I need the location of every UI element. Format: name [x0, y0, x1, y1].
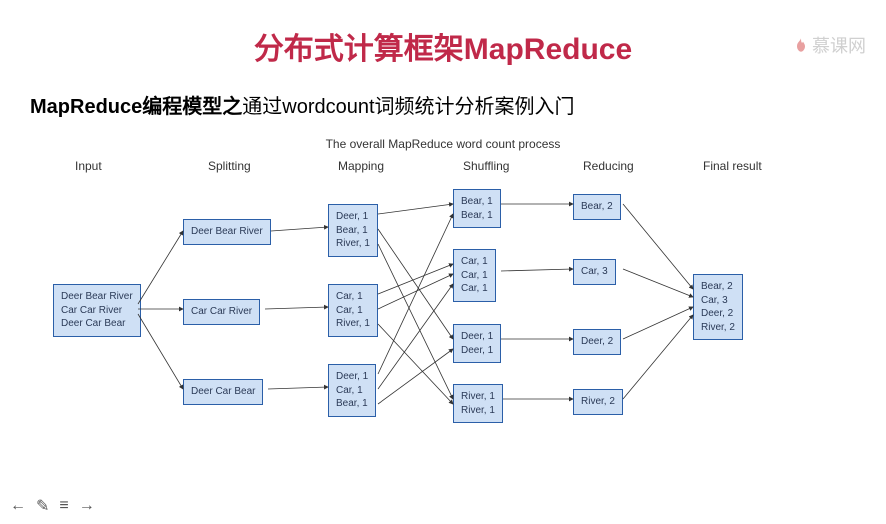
map-box-2: Deer, 1 Car, 1 Bear, 1: [328, 364, 376, 417]
edit-button[interactable]: ✎: [36, 496, 49, 516]
col-header-mapping: Mapping: [338, 159, 384, 173]
flame-icon: [793, 37, 809, 53]
split-box-1: Car Car River: [183, 299, 260, 325]
map-box-1: Car, 1 Car, 1 River, 1: [328, 284, 378, 337]
final-box: Bear, 2 Car, 3 Deer, 2 River, 2: [693, 274, 743, 340]
split-box-0: Deer Bear River: [183, 219, 271, 245]
mapreduce-diagram: Input Splitting Mapping Shuffling Reduci…: [53, 159, 833, 449]
presentation-toolbar: ← ✎ ≡ →: [10, 496, 95, 516]
col-header-input: Input: [75, 159, 102, 173]
subtitle-bold: MapReduce编程模型之: [30, 96, 242, 118]
subtitle-tail: 通过wordcount词频统计分析案例入门: [242, 96, 574, 118]
shuffle-box-0: Bear, 1 Bear, 1: [453, 189, 501, 228]
watermark-logo: 慕课网: [793, 32, 866, 58]
shuffle-box-3: River, 1 River, 1: [453, 384, 503, 423]
input-box: Deer Bear River Car Car River Deer Car B…: [53, 284, 141, 337]
shuffle-box-1: Car, 1 Car, 1 Car, 1: [453, 249, 496, 302]
page-subtitle: MapReduce编程模型之通过wordcount词频统计分析案例入门: [30, 90, 886, 119]
col-header-final: Final result: [703, 159, 762, 173]
col-header-reducing: Reducing: [583, 159, 634, 173]
reduce-box-2: Deer, 2: [573, 329, 621, 355]
split-box-2: Deer Car Bear: [183, 379, 263, 405]
shuffle-box-2: Deer, 1 Deer, 1: [453, 324, 501, 363]
map-box-0: Deer, 1 Bear, 1 River, 1: [328, 204, 378, 257]
col-header-shuffling: Shuffling: [463, 159, 509, 173]
reduce-box-3: River, 2: [573, 389, 623, 415]
watermark-text: 慕课网: [812, 32, 866, 58]
reduce-box-1: Car, 3: [573, 259, 616, 285]
reduce-box-0: Bear, 2: [573, 194, 621, 220]
col-header-splitting: Splitting: [208, 159, 251, 173]
diagram-title: The overall MapReduce word count process: [0, 137, 886, 151]
page-title: 分布式计算框架MapReduce: [0, 24, 886, 68]
